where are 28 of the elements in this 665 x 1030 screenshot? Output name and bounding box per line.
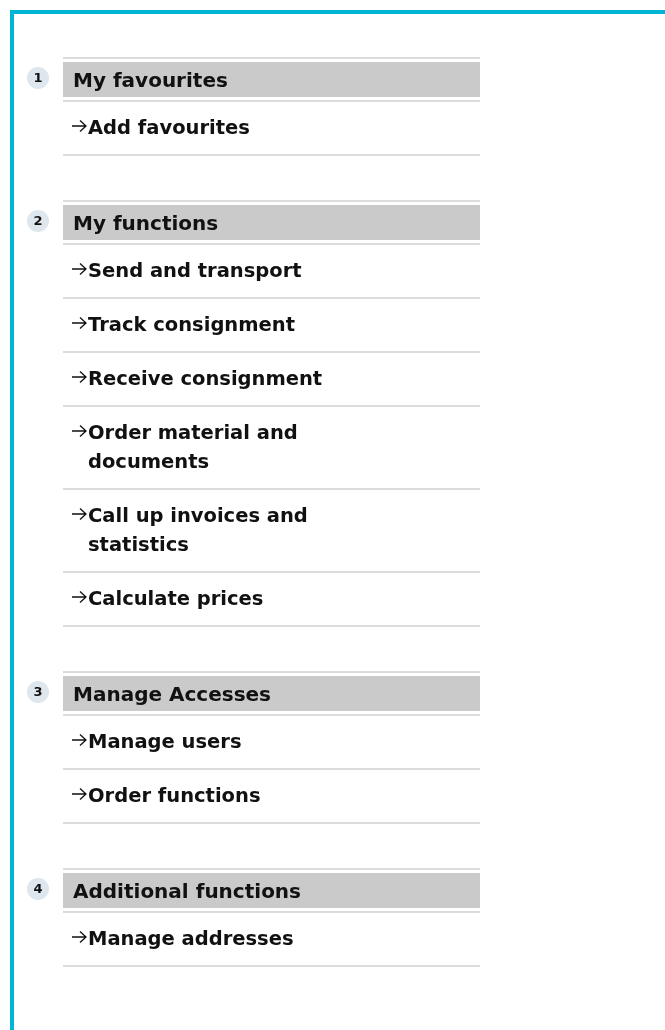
step-number-badge: 2 [27,210,49,232]
arrow-icon [71,316,88,330]
arrow-icon [71,424,88,438]
section-heading: Additional functions [63,873,480,911]
arrow-icon [71,119,88,133]
section-heading: My functions [63,205,480,243]
section-heading: My favourites [63,62,480,100]
function-link[interactable]: Receive consignment [88,364,323,393]
arrow-icon [71,590,88,604]
function-link[interactable]: Track consignment [88,310,295,339]
arrow-icon [71,733,88,747]
function-link[interactable]: Call up invoices and statistics [88,501,388,559]
arrow-icon [71,262,88,276]
function-link[interactable]: Manage users [88,727,242,756]
step-number-badge: 1 [27,67,49,89]
section-heading: Manage Accesses [63,676,480,714]
arrow-icon [71,370,88,384]
function-link[interactable]: Add favourites [88,113,250,142]
arrow-icon [71,787,88,801]
function-link[interactable]: Manage addresses [88,924,294,953]
step-number-badge: 4 [27,878,49,900]
function-link[interactable]: Order functions [88,781,261,810]
arrow-icon [71,930,88,944]
function-link[interactable]: Send and transport [88,256,302,285]
step-number-badge: 3 [27,681,49,703]
function-link[interactable]: Order material and documents [88,418,388,476]
arrow-icon [71,507,88,521]
function-link[interactable]: Calculate prices [88,584,264,613]
